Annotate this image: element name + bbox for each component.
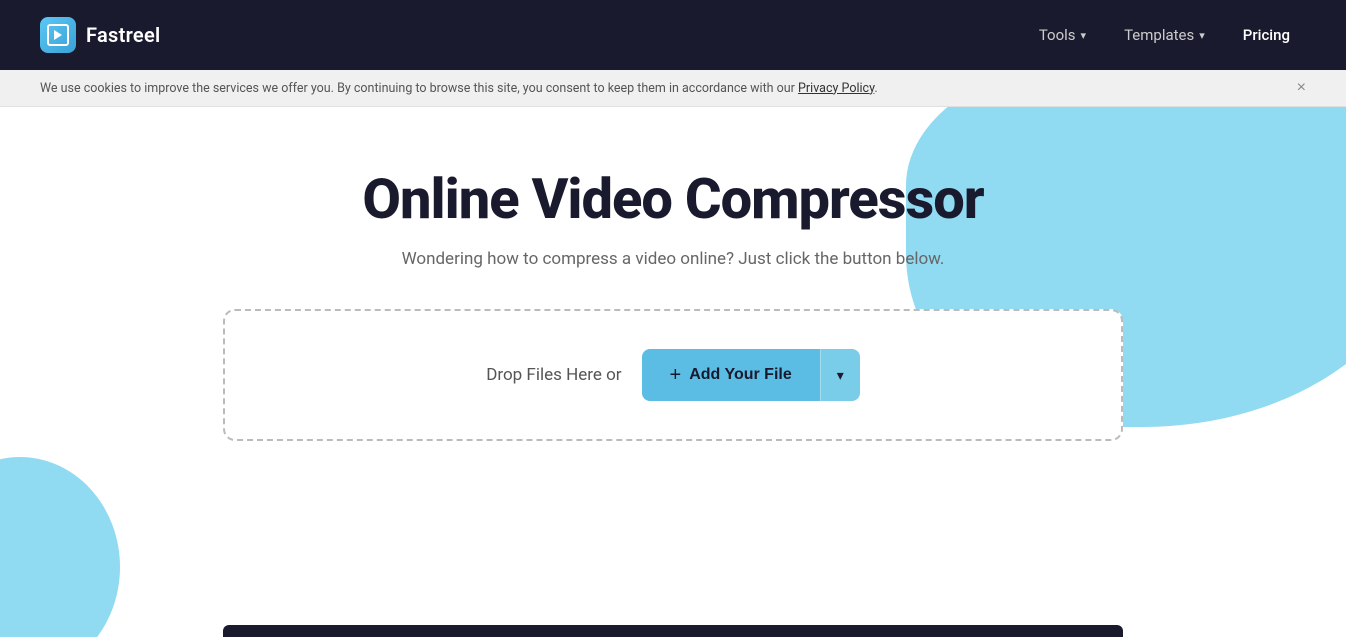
plus-icon: + [670, 365, 682, 385]
cookie-message: We use cookies to improve the services w… [40, 81, 795, 96]
chevron-down-icon: ▾ [837, 367, 844, 384]
chevron-down-icon: ▾ [1081, 29, 1087, 42]
hero-content: Online Video Compressor Wondering how to… [223, 167, 1123, 309]
nav-templates-label: Templates [1124, 26, 1194, 44]
chevron-down-icon: ▾ [1199, 29, 1205, 42]
add-file-label: Add Your File [689, 366, 792, 384]
nav-tools-label: Tools [1039, 26, 1076, 44]
bottom-bar [223, 625, 1123, 637]
add-file-button[interactable]: + Add Your File [642, 349, 820, 401]
brand-logo [40, 17, 76, 53]
upload-zone: Drop Files Here or + Add Your File ▾ [223, 309, 1123, 441]
cookie-close-button[interactable]: × [1297, 80, 1306, 96]
nav-item-tools[interactable]: Tools ▾ [1023, 18, 1102, 52]
hero-subtitle: Wondering how to compress a video online… [243, 249, 1103, 269]
navbar: Fastreel Tools ▾ Templates ▾ Pricing [0, 0, 1346, 70]
blob-bottom-left [0, 457, 120, 637]
add-file-dropdown-button[interactable]: ▾ [820, 349, 860, 401]
drop-files-text: Drop Files Here or [486, 365, 621, 385]
nav-links: Tools ▾ Templates ▾ Pricing [1023, 18, 1306, 52]
cookie-text: We use cookies to improve the services w… [40, 81, 878, 96]
add-file-btn-wrapper: + Add Your File ▾ [642, 349, 860, 401]
cookie-banner: We use cookies to improve the services w… [0, 70, 1346, 107]
nav-item-pricing[interactable]: Pricing [1227, 18, 1306, 52]
hero-section: Online Video Compressor Wondering how to… [0, 107, 1346, 637]
privacy-policy-link[interactable]: Privacy Policy [798, 81, 874, 96]
logo-icon [47, 24, 69, 46]
brand: Fastreel [40, 17, 161, 53]
nav-item-templates[interactable]: Templates ▾ [1108, 18, 1221, 52]
brand-name: Fastreel [86, 23, 161, 47]
nav-pricing-label: Pricing [1243, 26, 1290, 44]
page-title: Online Video Compressor [243, 167, 1103, 231]
